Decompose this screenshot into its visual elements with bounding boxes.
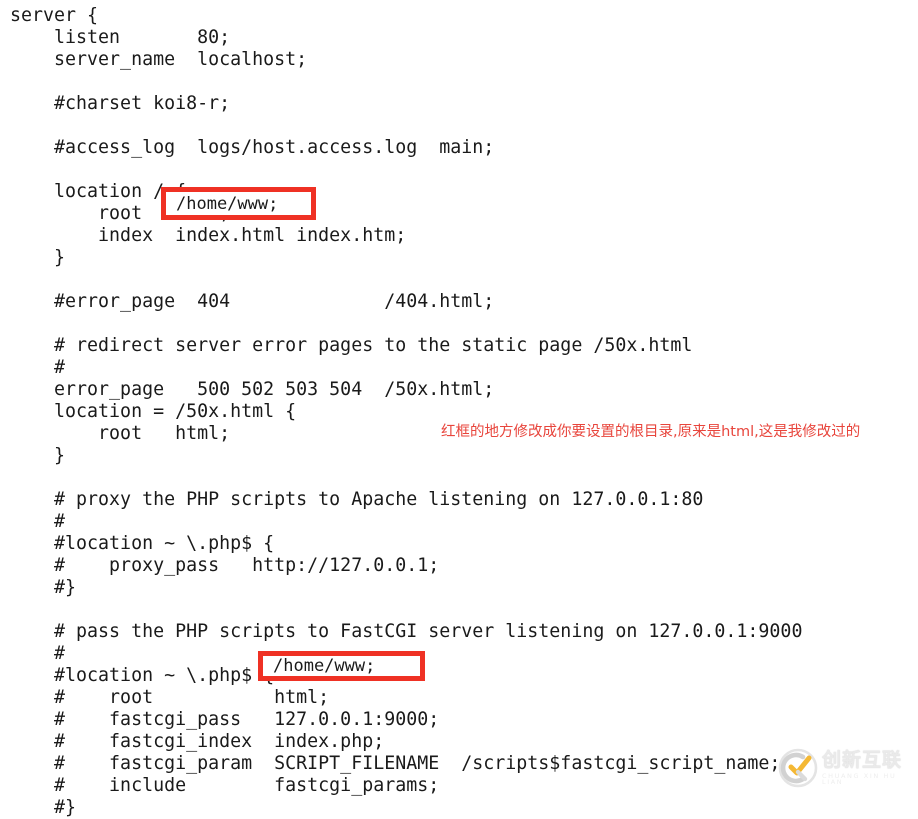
redbox-root-primary: /home/www; [161, 187, 316, 220]
code-line: # fastcgi_index index.php; [10, 731, 385, 752]
code-line: location / { [10, 181, 187, 202]
redbox-root-fastcgi: /home/www; [258, 651, 425, 681]
code-line: #location ~ \.php$ { [10, 533, 275, 554]
annotation-note: 红框的地方修改成你要设置的根目录,原来是html,这是我修改过的 [441, 424, 861, 440]
code-line: } [10, 247, 66, 268]
watermark-text-group: 创新互联 CHUANG XIN HU LIAN [822, 748, 912, 786]
code-viewer: server { listen 80; server_name localhos… [0, 0, 918, 818]
watermark-logo-icon [778, 748, 818, 788]
code-line: # [10, 643, 66, 664]
code-line: # redirect server error pages to the sta… [10, 335, 693, 356]
code-line: location = /50x.html { [10, 401, 297, 422]
code-line: server { [10, 5, 99, 26]
watermark-brand-pinyin: CHUANG XIN HU LIAN [822, 771, 897, 786]
code-line: # [10, 357, 66, 378]
code-line: #charset koi8-r; [10, 93, 231, 114]
watermark: 创新互联 CHUANG XIN HU LIAN [778, 745, 912, 791]
code-line: # [10, 511, 66, 532]
code-line: #error_page 404 /404.html; [10, 291, 495, 312]
code-line: #access_log logs/host.access.log main; [10, 137, 495, 158]
code-line: # proxy the PHP scripts to Apache listen… [10, 489, 704, 510]
code-line: root html; [10, 423, 231, 444]
code-line: # fastcgi_param SCRIPT_FILENAME /scripts… [10, 753, 781, 774]
watermark-brand-cn: 创新互联 [822, 748, 903, 771]
code-line: #} [10, 577, 77, 598]
code-line: # fastcgi_pass 127.0.0.1:9000; [10, 709, 440, 730]
code-line: #location ~ \.php$ { [10, 665, 275, 686]
code-line: listen 80; [10, 27, 231, 48]
code-line: server_name localhost; [10, 49, 308, 70]
code-line: error_page 500 502 503 504 /50x.html; [10, 379, 495, 400]
code-line: index index.html index.htm; [10, 225, 407, 246]
code-line: # proxy_pass http://127.0.0.1; [10, 555, 440, 576]
redbox-root-primary-value: /home/www; [176, 193, 279, 214]
code-line: } [10, 445, 66, 466]
code-line: #} [10, 797, 77, 818]
redbox-root-fastcgi-value: /home/www; [273, 656, 376, 676]
code-line: # root html; [10, 687, 330, 708]
code-line: # pass the PHP scripts to FastCGI server… [10, 621, 803, 642]
